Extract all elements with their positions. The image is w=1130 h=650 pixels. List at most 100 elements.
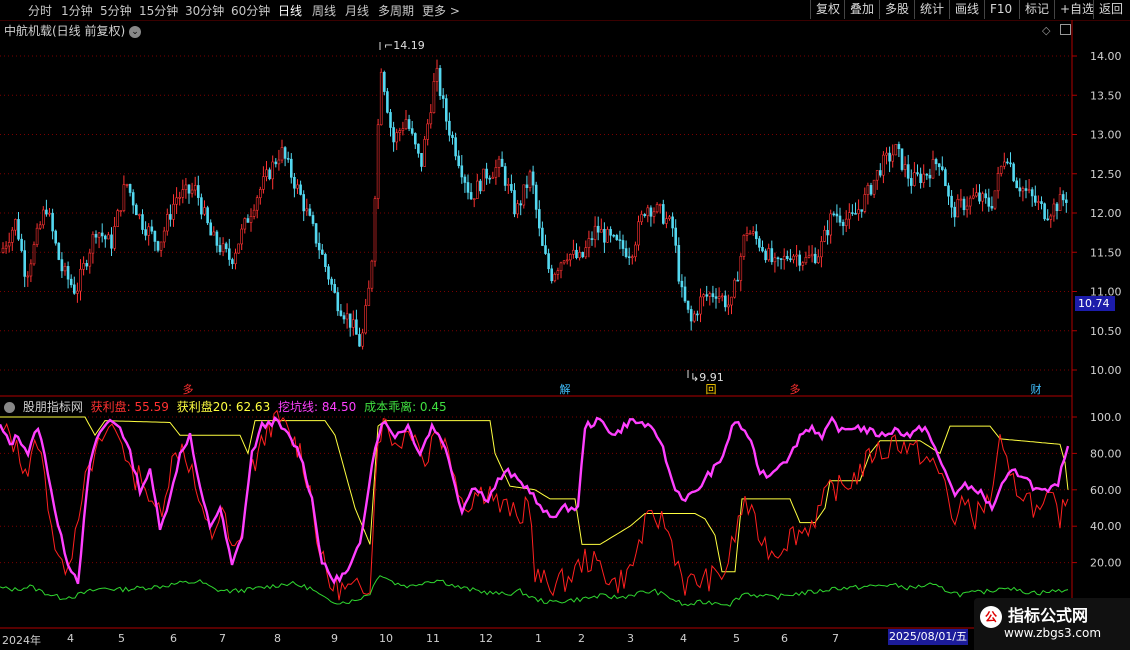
candle [686, 300, 690, 314]
candle [66, 261, 70, 289]
candle [73, 276, 76, 295]
profit20-label: 获利盘20: 62.63 [176, 400, 271, 414]
watermark-url: www.zbgs3.com [1004, 626, 1102, 640]
indicator-name[interactable]: 股朋指标网 [23, 400, 83, 414]
time-label-9: 12 [479, 632, 493, 645]
candle [333, 278, 337, 294]
candle [469, 183, 473, 200]
candle [156, 240, 160, 253]
candle [7, 232, 11, 253]
candle [531, 165, 535, 195]
candle [355, 309, 358, 335]
candle [1046, 209, 1049, 221]
candle [1055, 201, 1059, 220]
time-label-4: 7 [219, 632, 226, 645]
candle [612, 234, 616, 238]
candle [723, 290, 727, 312]
candle [776, 256, 780, 267]
candle [671, 212, 674, 237]
candle [451, 131, 454, 145]
candle [900, 148, 904, 172]
candle [950, 190, 953, 218]
candle [488, 175, 492, 184]
candle [1065, 192, 1068, 213]
candle [138, 213, 141, 220]
candle [677, 237, 681, 285]
candle [1021, 186, 1025, 202]
profit-line [0, 409, 1069, 601]
candle [823, 225, 826, 243]
candle [345, 303, 349, 329]
candle [200, 193, 203, 220]
candle [60, 252, 64, 278]
candle [953, 201, 957, 227]
candle [296, 179, 299, 195]
candle [661, 199, 665, 225]
watermark-logo: 公 [980, 606, 1002, 628]
time-label-14: 5 [733, 632, 740, 645]
candle [330, 276, 333, 291]
candle [965, 196, 969, 218]
candle [826, 220, 829, 245]
candle [299, 180, 302, 196]
time-label-5: 8 [274, 632, 281, 645]
candle [203, 200, 206, 216]
candle [1034, 185, 1037, 206]
candle [302, 190, 306, 222]
candle [472, 198, 476, 208]
candle [751, 226, 755, 236]
price-chart[interactable]: 14.0013.5013.0012.5012.0011.5011.0010.50… [0, 0, 1130, 650]
candle [63, 262, 67, 276]
watermark: 公 指标公式网 www.zbgs3.com [974, 598, 1130, 650]
candle [289, 153, 293, 184]
candle [668, 215, 671, 221]
candle [981, 191, 984, 212]
candle [835, 204, 839, 223]
candle [128, 183, 132, 197]
candle [990, 196, 994, 211]
candle [420, 152, 423, 172]
candle [593, 216, 597, 248]
candle [271, 155, 275, 190]
candle [85, 259, 88, 271]
candle [1061, 190, 1065, 207]
pit-line-label: 挖坑线: 84.50 [278, 400, 357, 414]
candle [897, 141, 901, 158]
current-price-badge: 10.74 [1075, 296, 1115, 311]
candle [665, 211, 668, 229]
candle [54, 229, 58, 246]
candle [959, 189, 963, 208]
high-label: ⌐14.19 [384, 39, 425, 52]
candle [209, 219, 212, 236]
profit-label: 获利盘: 55.59 [90, 400, 169, 414]
candle [916, 164, 919, 177]
candle [599, 218, 603, 233]
candle [813, 247, 817, 265]
candle [265, 160, 268, 182]
candle [801, 261, 805, 271]
candle [423, 135, 426, 167]
candle [224, 241, 228, 253]
candle [891, 144, 895, 168]
collapse-icon[interactable] [4, 402, 15, 413]
candle [550, 264, 554, 284]
candle [503, 162, 507, 192]
time-label-10: 1 [535, 632, 542, 645]
candle [944, 167, 947, 187]
candle [429, 104, 433, 129]
candle [1040, 196, 1043, 210]
candle [987, 188, 991, 212]
candle [187, 184, 191, 204]
candle [773, 252, 777, 273]
candle [45, 199, 48, 217]
candle [432, 73, 436, 114]
candle [215, 229, 219, 253]
candle [475, 173, 479, 199]
candle [568, 253, 572, 267]
candle [739, 253, 743, 291]
candle [308, 204, 312, 217]
candle [541, 221, 544, 247]
candle [711, 285, 715, 303]
candle [252, 204, 256, 220]
candle [587, 230, 591, 258]
